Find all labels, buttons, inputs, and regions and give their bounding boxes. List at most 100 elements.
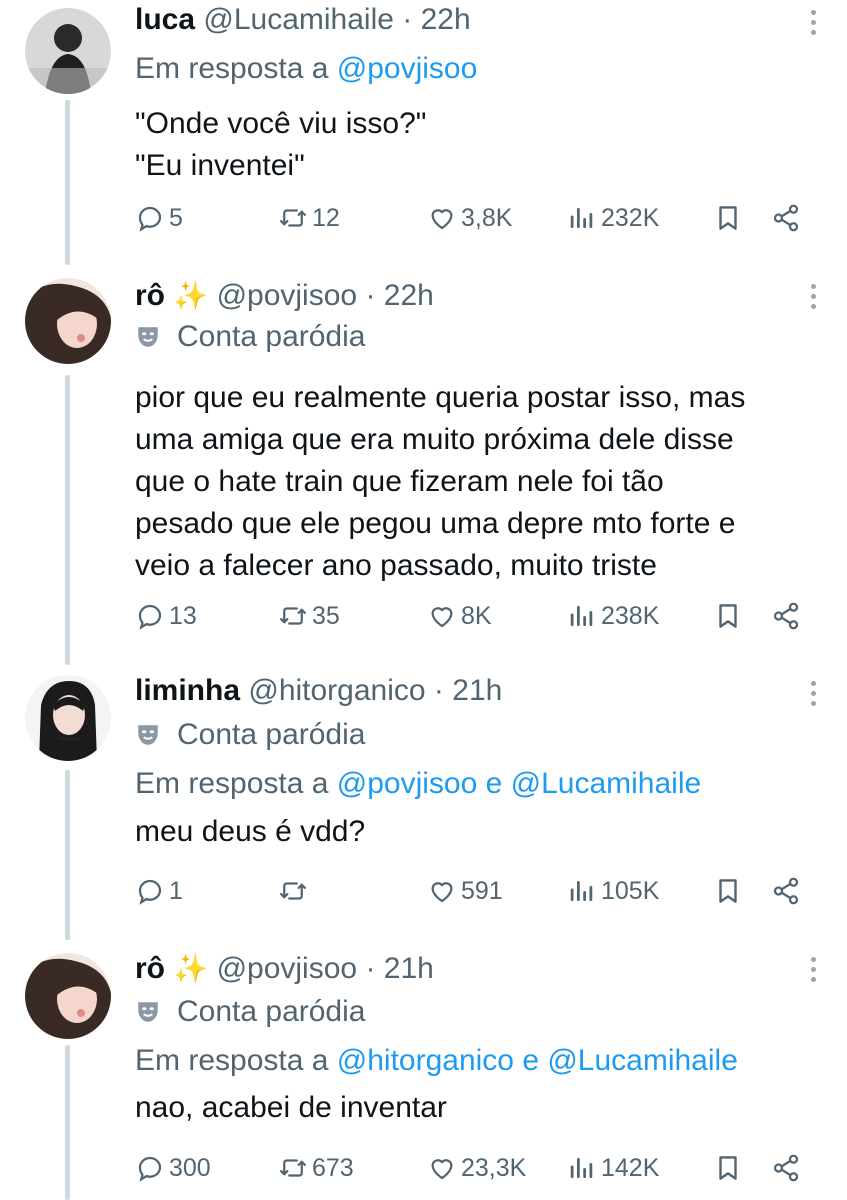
views-count: 238K <box>601 601 660 630</box>
tweet[interactable]: liminha @hitorganico · 21h Conta paródia… <box>0 665 847 940</box>
avatar[interactable] <box>25 953 111 1039</box>
reply-count: 13 <box>169 601 197 630</box>
share-button[interactable] <box>771 871 801 911</box>
views-button[interactable]: 142K <box>567 1148 659 1188</box>
like-button[interactable]: 8K <box>427 596 492 636</box>
reply-icon <box>138 206 162 232</box>
views-button[interactable]: 238K <box>567 596 659 636</box>
like-button[interactable]: 591 <box>427 871 503 911</box>
share-icon <box>773 204 799 232</box>
avatar[interactable] <box>25 8 111 94</box>
user-handle[interactable]: @Lucamihaile <box>203 3 394 36</box>
more-icon[interactable] <box>811 284 817 314</box>
timestamp[interactable]: 22h <box>421 3 471 36</box>
reply-prefix: Em resposta a <box>135 52 329 85</box>
tweet-text: pior que eu realmente queria postar isso… <box>135 381 746 582</box>
parody-mask-icon <box>138 725 158 745</box>
views-button[interactable]: 232K <box>567 198 659 238</box>
share-button[interactable] <box>771 596 801 636</box>
views-icon <box>570 881 593 901</box>
tweet-text: nao, acabei de inventar <box>135 1091 447 1124</box>
repost-icon <box>280 882 306 900</box>
like-count: 591 <box>461 876 503 905</box>
tweet[interactable]: rô ✨ @povjisoo · 21h Conta paródia Em re… <box>0 945 847 1200</box>
heart-icon <box>431 882 453 903</box>
reply-button[interactable]: 13 <box>135 596 197 636</box>
repost-icon <box>280 607 306 625</box>
like-count: 3,8K <box>461 203 513 232</box>
share-icon <box>773 1154 799 1182</box>
timestamp[interactable]: 21h <box>452 674 502 707</box>
repost-icon <box>280 1159 306 1177</box>
bookmark-icon <box>719 604 737 628</box>
reply-button[interactable]: 1 <box>135 871 183 911</box>
tweet-text: "Onde você viu isso?" "Eu inventei" <box>135 107 427 182</box>
views-icon <box>570 606 593 626</box>
bookmark-button[interactable] <box>713 596 743 636</box>
reply-icon <box>138 604 162 630</box>
reply-mention[interactable]: @povjisoo <box>337 52 478 85</box>
separator: · <box>402 3 413 36</box>
like-button[interactable]: 23,3K <box>427 1148 526 1188</box>
repost-count: 35 <box>312 601 340 630</box>
separator: · <box>365 279 376 312</box>
views-count: 142K <box>601 1153 660 1182</box>
timestamp[interactable]: 22h <box>384 279 434 312</box>
repost-button[interactable]: 673 <box>278 1148 354 1188</box>
more-icon[interactable] <box>811 957 817 987</box>
user-handle[interactable]: @povjisoo <box>217 952 358 985</box>
views-button[interactable]: 105K <box>567 871 659 911</box>
reply-count: 5 <box>169 203 183 232</box>
like-count: 8K <box>461 601 492 630</box>
tweet[interactable]: luca @Lucamihaile · 22h Em resposta a @p… <box>0 0 847 265</box>
more-icon[interactable] <box>811 681 817 711</box>
reply-count: 1 <box>169 876 183 905</box>
reply-count: 300 <box>169 1153 211 1182</box>
bookmark-button[interactable] <box>713 1148 743 1188</box>
more-icon[interactable] <box>811 10 817 40</box>
views-icon <box>570 1158 593 1178</box>
reply-mention[interactable]: @hitorganico e @Lucamihaile <box>337 1044 738 1077</box>
parody-label: Conta paródia <box>177 995 366 1028</box>
sparkles-emoji: ✨ <box>173 953 209 984</box>
parody-mask-icon <box>138 327 158 347</box>
avatar[interactable] <box>25 278 111 364</box>
display-name[interactable]: luca <box>135 3 195 36</box>
repost-count: 673 <box>312 1153 354 1182</box>
share-button[interactable] <box>771 198 801 238</box>
reply-prefix: Em resposta a <box>135 1044 329 1077</box>
user-handle[interactable]: @hitorganico <box>248 674 425 707</box>
share-icon <box>773 877 799 905</box>
reply-button[interactable]: 5 <box>135 198 183 238</box>
display-name[interactable]: rô <box>135 279 165 312</box>
like-count: 23,3K <box>461 1153 527 1182</box>
bookmark-button[interactable] <box>713 871 743 911</box>
share-button[interactable] <box>771 1148 801 1188</box>
reply-mention[interactable]: @povjisoo e @Lucamihaile <box>337 767 701 800</box>
separator: · <box>365 952 376 985</box>
repost-button[interactable] <box>278 871 312 911</box>
bookmark-icon <box>719 206 737 230</box>
user-handle[interactable]: @povjisoo <box>217 279 358 312</box>
avatar[interactable] <box>25 675 111 761</box>
parody-mask-icon <box>138 1002 158 1022</box>
repost-button[interactable]: 12 <box>278 198 340 238</box>
bookmark-icon <box>719 1156 737 1180</box>
display-name[interactable]: liminha <box>135 674 240 707</box>
bookmark-icon <box>719 879 737 903</box>
timestamp[interactable]: 21h <box>384 952 434 985</box>
reply-button[interactable]: 300 <box>135 1148 211 1188</box>
heart-icon <box>431 209 453 230</box>
display-name[interactable]: rô <box>135 952 165 985</box>
reply-prefix: Em resposta a <box>135 767 329 800</box>
heart-icon <box>431 1159 453 1180</box>
heart-icon <box>431 607 453 628</box>
repost-button[interactable]: 35 <box>278 596 340 636</box>
separator: · <box>433 674 444 707</box>
reply-icon <box>138 879 162 905</box>
bookmark-button[interactable] <box>713 198 743 238</box>
tweet[interactable]: rô ✨ @povjisoo · 22h Conta paródia pior … <box>0 270 847 665</box>
views-count: 105K <box>601 876 660 905</box>
like-button[interactable]: 3,8K <box>427 198 512 238</box>
repost-count: 12 <box>312 203 340 232</box>
